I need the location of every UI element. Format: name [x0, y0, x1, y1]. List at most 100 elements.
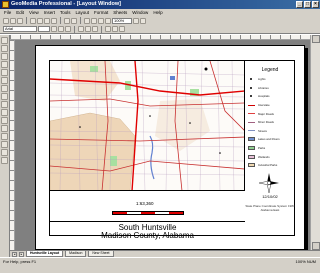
first-sheet-icon[interactable]: ◂ — [12, 251, 17, 257]
align-center-icon[interactable] — [85, 26, 91, 32]
vertical-scrollbar[interactable] — [310, 35, 320, 250]
legend-swatch — [248, 104, 255, 106]
layout-canvas: Legend Lights Libraries Hospitals Interstat… — [15, 40, 310, 250]
cut-icon[interactable] — [37, 17, 43, 24]
undo-icon[interactable] — [64, 17, 70, 24]
zoom-in-icon[interactable] — [91, 17, 97, 24]
legend-label: Industrial Parks — [258, 163, 278, 168]
menu-help[interactable]: Help — [153, 9, 162, 16]
print-icon[interactable] — [30, 17, 36, 24]
fit-icon[interactable] — [133, 17, 139, 24]
app-icon — [2, 1, 9, 8]
zoom-out-icon[interactable] — [98, 17, 104, 24]
next-sheet-icon[interactable]: ▸ — [19, 251, 24, 257]
menu-insert[interactable]: Insert — [44, 9, 55, 16]
legend-item: Lights — [248, 75, 294, 84]
menu-format[interactable]: Format — [94, 9, 108, 16]
rectangle-tool-icon[interactable] — [1, 61, 8, 68]
font-size-combo[interactable] — [38, 26, 50, 32]
pan-icon[interactable] — [105, 17, 111, 24]
status-indicators: 100% NUM — [295, 259, 316, 264]
bring-front-icon[interactable] — [1, 141, 8, 148]
legend-icon[interactable] — [1, 93, 8, 100]
legend-label: Libraries — [258, 85, 269, 90]
save-icon[interactable] — [17, 17, 23, 24]
group-icon[interactable] — [1, 125, 8, 132]
pointer-icon[interactable] — [1, 37, 8, 44]
align-right-icon[interactable] — [92, 26, 98, 32]
sheet-tab-bar: ◂ ▸ Huntsville Layout Madison New Sheet — [10, 250, 320, 257]
text-tool-icon[interactable] — [1, 45, 8, 52]
drawing-toolbar — [0, 35, 10, 257]
zoom-combo[interactable]: 100% — [112, 17, 132, 24]
map-frame-icon[interactable] — [1, 85, 8, 92]
select-icon[interactable] — [84, 17, 90, 24]
map-title-box[interactable]: South Huntsville Madison County, Alabama — [50, 221, 245, 240]
layout-page: Legend Lights Libraries Hospitals Interstat… — [35, 45, 305, 250]
scroll-down-icon[interactable] — [312, 242, 320, 250]
ellipse-tool-icon[interactable] — [1, 69, 8, 76]
legend-label: Lakes and Rivers — [258, 137, 280, 142]
lake — [170, 76, 175, 80]
legend-item: Hospitals — [248, 92, 294, 101]
legend-swatch — [248, 146, 255, 151]
legend-panel[interactable]: Legend Lights Libraries Hospitals Interstat… — [245, 61, 295, 235]
map-date: 12/10/02 — [262, 194, 278, 199]
menu-layout[interactable]: Layout — [76, 9, 90, 16]
toolbar-separator — [101, 25, 102, 33]
toolbar-separator — [26, 17, 27, 24]
map-frame[interactable] — [50, 61, 245, 191]
paste-icon[interactable] — [51, 17, 57, 24]
menu-file[interactable]: File — [4, 9, 11, 16]
fill-color-icon[interactable] — [112, 26, 118, 32]
north-arrow-icon[interactable] — [1, 101, 8, 108]
legend-swatch — [248, 77, 255, 81]
maximize-button[interactable]: □ — [304, 1, 311, 8]
new-icon[interactable] — [3, 17, 9, 24]
toolbar-separator — [74, 25, 75, 33]
status-bar: For Help, press F1 100% NUM — [0, 257, 320, 273]
copy-icon[interactable] — [44, 17, 50, 24]
legend-swatch — [248, 86, 255, 90]
park-area — [110, 156, 117, 166]
ungroup-icon[interactable] — [1, 133, 8, 140]
open-icon[interactable] — [10, 17, 16, 24]
scale-bar-icon[interactable] — [1, 109, 8, 116]
close-button[interactable]: × — [312, 1, 319, 8]
toolbar-separator — [60, 17, 61, 24]
align-left-icon[interactable] — [78, 26, 84, 32]
legend-label: Minor Roads — [258, 120, 274, 125]
menu-sheets[interactable]: Sheets — [113, 9, 127, 16]
menu-edit[interactable]: Edit — [16, 9, 24, 16]
menu-tools[interactable]: Tools — [60, 9, 71, 16]
menu-view[interactable]: View — [29, 9, 39, 16]
legend-label: Hospitals — [258, 94, 270, 99]
legend-item: Interstate — [248, 101, 294, 110]
menu-window[interactable]: Window — [132, 9, 148, 16]
scale-ratio: 1:63,360 — [136, 201, 154, 206]
line-style-icon[interactable] — [119, 26, 125, 32]
legend-swatch — [248, 130, 255, 132]
legend-title: Legend — [261, 67, 279, 73]
legend-label: Wetlands — [258, 154, 270, 159]
polygon-tool-icon[interactable] — [1, 77, 8, 84]
legend-item: Streets — [248, 127, 294, 136]
bold-icon[interactable] — [51, 26, 57, 32]
refresh-icon[interactable] — [140, 17, 146, 24]
image-icon[interactable] — [1, 117, 8, 124]
send-back-icon[interactable] — [1, 149, 8, 156]
line-color-icon[interactable] — [105, 26, 111, 32]
scroll-up-icon[interactable] — [312, 35, 320, 43]
font-combo[interactable]: Arial — [3, 26, 37, 32]
legend-swatch — [248, 113, 255, 115]
legend-item: Wetlands — [248, 152, 294, 161]
properties-icon[interactable] — [1, 157, 8, 164]
italic-icon[interactable] — [58, 26, 64, 32]
legend-label: Lights — [258, 77, 266, 82]
line-tool-icon[interactable] — [1, 53, 8, 60]
window-title: GeoMedia Professional - [Layout Window] — [11, 1, 121, 7]
redo-icon[interactable] — [71, 17, 77, 24]
underline-icon[interactable] — [65, 26, 71, 32]
menu-bar: File Edit View Insert Tools Layout Forma… — [0, 9, 320, 16]
minimize-button[interactable]: _ — [296, 1, 303, 8]
